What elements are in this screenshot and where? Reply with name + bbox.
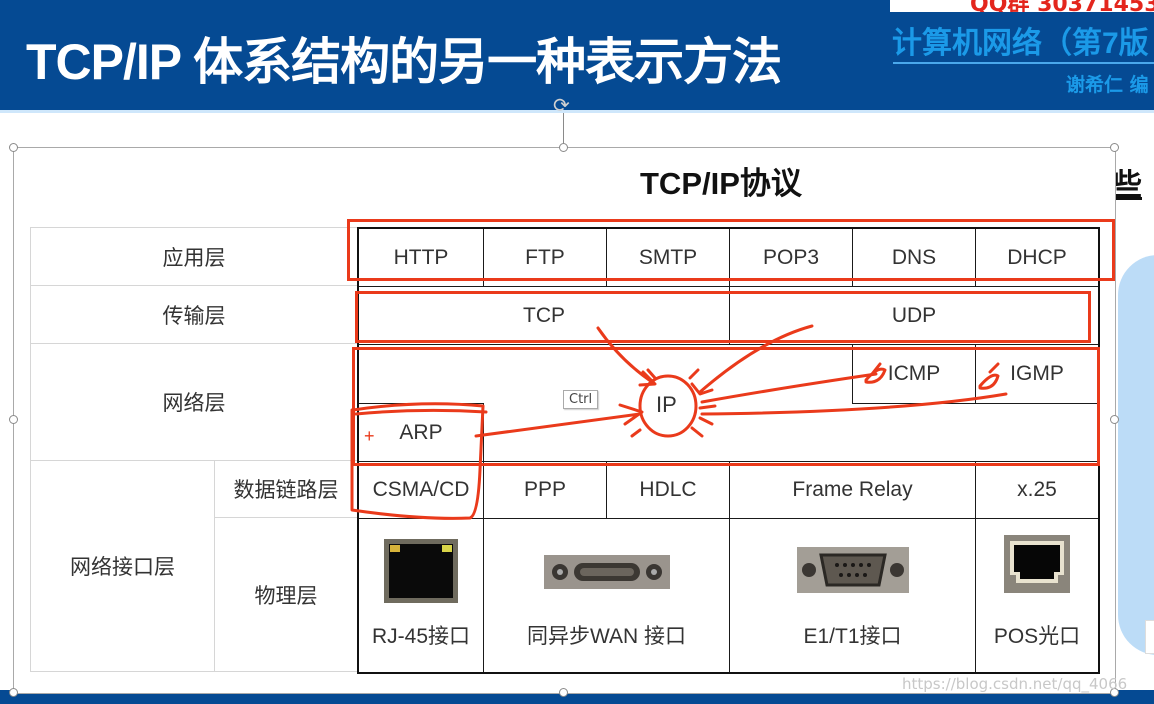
physical-label-rj45: RJ-45接口 (371, 625, 471, 648)
slide-title: TCP/IP 体系结构的另一种表示方法 (26, 34, 782, 90)
ctrl-key-tooltip: Ctrl (563, 390, 599, 409)
protocol-cell-pop3: POP3 (729, 228, 853, 287)
resize-handle-middle-right[interactable] (1110, 415, 1119, 424)
physical-cell-wan: 同异步WAN 接口 (483, 518, 730, 673)
resize-handle-bottom-center[interactable] (559, 688, 568, 697)
layer-label-network: 网络层 (30, 343, 358, 461)
physical-label-pos: POS光口 (993, 625, 1081, 648)
protocol-cell-x25: x.25 (975, 461, 1099, 519)
rj45-port-icon (384, 539, 458, 603)
resize-handle-middle-left[interactable] (9, 415, 18, 424)
layer-label-data-link: 数据链路层 (214, 460, 358, 518)
wan-serial-port-icon (543, 555, 670, 589)
book-topbar: QQ群 303714539 (890, 0, 1154, 12)
protocol-cell-dhcp: DHCP (975, 228, 1099, 287)
csdn-watermark: https://blog.csdn.net/qq_40662854 (902, 675, 1154, 693)
physical-label-e1t1: E1/T1接口 (803, 625, 902, 648)
pos-optical-port-icon (1004, 535, 1070, 593)
layer-label-application: 应用层 (30, 227, 358, 286)
background-decoration (1118, 255, 1154, 655)
panel-title: TCP/IP协议 (640, 166, 802, 201)
layer-label-network-interface: 网络接口层 (30, 460, 215, 672)
physical-cell-e1t1: E1/T1接口 (729, 518, 976, 673)
slide-side-text: 些 (1112, 168, 1142, 203)
side-tab (1145, 620, 1154, 654)
protocol-label-ip: IP (656, 392, 677, 417)
protocol-cell-ftp: FTP (483, 228, 607, 287)
protocol-cell-frame-relay: Frame Relay (729, 461, 976, 519)
protocol-cell-hdlc: HDLC (606, 461, 730, 519)
protocol-cell-icmp: ICMP (852, 344, 976, 404)
protocol-cell-tcp: TCP (358, 286, 730, 345)
book-title: 计算机网络（第7版 (892, 27, 1149, 60)
protocol-cell-arp: ARP (358, 403, 484, 462)
book-topbar-text: QQ群 303714539 (970, 0, 1154, 12)
watermark-tail: 2854 (1127, 675, 1154, 693)
book-title-rule (893, 62, 1154, 64)
protocol-cell-ppp: PPP (483, 461, 607, 519)
layer-label-transport: 传输层 (30, 285, 358, 344)
physical-label-wan: 同异步WAN 接口 (526, 625, 687, 648)
protocol-cell-igmp: IGMP (975, 344, 1099, 404)
resize-handle-top-center[interactable] (559, 143, 568, 152)
rotate-handle-icon[interactable]: ⟳ (553, 95, 570, 115)
resize-handle-top-left[interactable] (9, 143, 18, 152)
watermark-text: https://blog.csdn.net/qq_4066 (902, 675, 1128, 693)
protocol-cell-http: HTTP (358, 228, 484, 287)
protocol-cell-smtp: SMTP (606, 228, 730, 287)
resize-handle-top-right[interactable] (1110, 143, 1119, 152)
db9-port-icon (796, 547, 909, 593)
protocol-cell-dns: DNS (852, 228, 976, 287)
rotate-handle-stem (563, 113, 564, 147)
book-author: 谢希仁 编 (1066, 74, 1149, 96)
header-divider (0, 110, 1154, 113)
physical-cell-pos: POS光口 (975, 518, 1099, 673)
protocol-cell-udp: UDP (729, 286, 1099, 345)
physical-cell-rj45: RJ-45接口 (358, 518, 484, 673)
layer-label-physical: 物理层 (214, 517, 358, 672)
resize-handle-bottom-left[interactable] (9, 688, 18, 697)
protocol-cell-csma-cd: CSMA/CD (358, 461, 484, 519)
